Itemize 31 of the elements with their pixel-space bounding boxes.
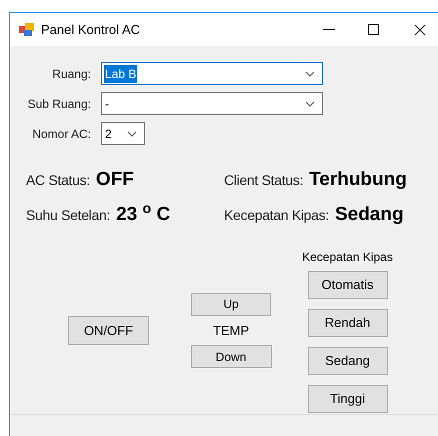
fan-speed-button[interactable]: Sedang [308,347,388,375]
field-value: - [104,96,110,112]
status-label: Kecepatan Kipas: [224,206,329,225]
status-label: Suhu Setelan: [26,206,110,225]
dropdown-field[interactable]: Lab B [101,62,323,85]
fan-speed-button[interactable]: Rendah [308,309,388,337]
status-value: Sedang [334,203,404,227]
status-label: AC Status: [26,171,90,190]
field-label: Nomor AC: [31,126,91,142]
minimize-icon[interactable] [323,28,335,30]
fan-speed-button[interactable]: Otomatis [308,271,388,299]
dropdown-field[interactable]: 2 [101,122,145,145]
status-value: OFF [96,168,134,192]
power-button[interactable]: ON/OFF [68,316,149,345]
status-value: Terhubung [309,168,407,192]
status-value: 23 $^{o}$ C [116,201,170,227]
field-value: Lab B [104,64,138,82]
window-title: Panel Kontrol AC [41,20,140,39]
temp-up-button[interactable]: Up [191,292,271,316]
temp-down-button[interactable]: Down [190,345,272,368]
temp-label: TEMP [212,322,250,340]
app-icon [19,22,35,36]
field-label: Ruang: [51,66,91,82]
close-icon[interactable] [414,24,426,36]
fan-speed-button[interactable]: Tinggi [308,385,388,413]
field-label: Sub Ruang: [26,96,91,112]
field-value: 2 [104,126,113,142]
fan-speed-title: Kecepatan Kipas [302,249,393,266]
maximize-icon[interactable] [368,24,379,35]
dropdown-field[interactable]: - [101,92,323,115]
status-label: Client Status: [224,171,304,190]
